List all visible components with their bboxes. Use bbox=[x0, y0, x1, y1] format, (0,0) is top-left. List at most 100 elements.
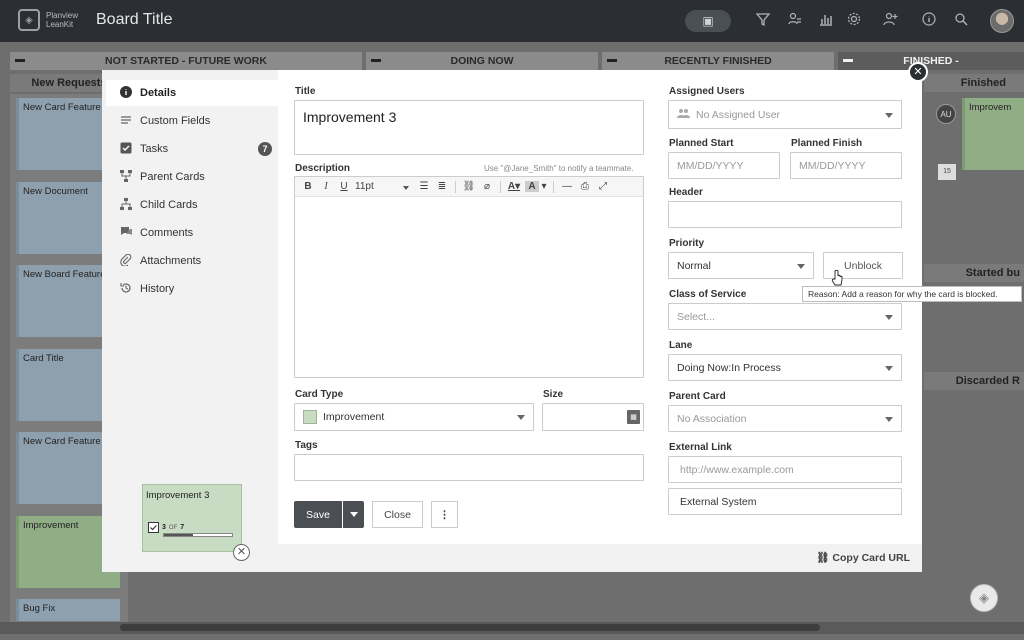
analytics-icon[interactable] bbox=[817, 12, 835, 30]
task-progress-fill bbox=[164, 534, 194, 536]
italic-icon[interactable]: I bbox=[319, 181, 333, 192]
highlight-color-icon[interactable]: A bbox=[525, 181, 539, 192]
chevron-down-icon bbox=[797, 263, 805, 269]
more-options-button[interactable]: ⋮ bbox=[431, 501, 458, 528]
fullscreen-icon[interactable]: ⤢ bbox=[596, 181, 610, 192]
class-of-service-label: Class of Service bbox=[669, 289, 747, 300]
board-card[interactable]: Improvem bbox=[962, 98, 1024, 170]
remove-preview-icon[interactable]: ✕ bbox=[233, 544, 250, 561]
parent-card-select[interactable]: No Association bbox=[668, 405, 902, 432]
external-link-label: External Link bbox=[669, 442, 732, 453]
external-system-input[interactable]: External System bbox=[668, 488, 902, 515]
nav-item-tasks[interactable]: Tasks 7 bbox=[106, 136, 278, 162]
collapse-icon[interactable]: ▬ bbox=[607, 55, 617, 65]
priority-select[interactable]: Normal bbox=[668, 252, 814, 279]
font-size-select[interactable]: 11pt bbox=[355, 181, 413, 192]
assigned-users-select[interactable]: No Assigned User bbox=[668, 100, 902, 129]
planned-start-input[interactable]: MM/DD/YYYY bbox=[668, 152, 780, 179]
save-button[interactable]: Save bbox=[294, 501, 342, 528]
title-input[interactable]: Improvement 3 bbox=[294, 100, 644, 155]
unlink-icon[interactable]: ⌀ bbox=[480, 181, 494, 192]
info-icon bbox=[118, 85, 134, 101]
lane-header-recently-finished[interactable]: ▬ RECENTLY FINISHED bbox=[602, 52, 834, 70]
text-color-icon[interactable]: A▾ bbox=[507, 181, 521, 192]
bulleted-list-icon[interactable]: ☰ bbox=[417, 181, 431, 192]
size-input[interactable]: ▦ bbox=[542, 403, 644, 431]
task-count: 3 bbox=[162, 524, 166, 531]
nav-item-comments[interactable]: Comments bbox=[106, 220, 278, 246]
planview-logo-icon: ◈ bbox=[18, 9, 40, 31]
underline-icon[interactable]: U bbox=[337, 181, 351, 192]
board-title[interactable]: Board Title bbox=[96, 11, 172, 29]
filter-icon[interactable] bbox=[754, 12, 772, 30]
add-card-button[interactable]: ▣ bbox=[685, 10, 731, 32]
bold-icon[interactable]: B bbox=[301, 181, 315, 192]
numbered-list-icon[interactable]: ≣ bbox=[435, 181, 449, 192]
scrollbar-thumb[interactable] bbox=[120, 624, 820, 631]
description-label: Description bbox=[295, 163, 351, 174]
collapse-icon[interactable]: ▬ bbox=[371, 55, 381, 65]
toolbar-divider bbox=[553, 180, 554, 193]
nav-item-attachments[interactable]: Attachments bbox=[106, 248, 278, 274]
header-label: Header bbox=[669, 187, 703, 198]
card-type-select[interactable]: Improvement bbox=[294, 403, 534, 431]
unblock-tooltip: Reason: Add a reason for why the card is… bbox=[802, 286, 1022, 302]
search-icon[interactable] bbox=[952, 12, 970, 30]
modal-close-icon[interactable]: ✕ bbox=[908, 62, 928, 82]
app-logo[interactable]: ◈ Planview LeanKit bbox=[18, 9, 78, 31]
user-avatar[interactable] bbox=[990, 9, 1014, 33]
comments-icon bbox=[118, 226, 134, 241]
lane-select[interactable]: Doing Now:In Process bbox=[668, 354, 902, 381]
size-calculator-icon[interactable]: ▦ bbox=[627, 410, 640, 424]
nav-item-parent-cards[interactable]: Parent Cards bbox=[106, 164, 278, 190]
child-cards-icon bbox=[118, 197, 134, 213]
nav-item-child-cards[interactable]: Child Cards bbox=[106, 192, 278, 218]
lane-started-but[interactable]: Started bu bbox=[924, 264, 1024, 282]
history-icon bbox=[118, 282, 134, 297]
lane-discarded[interactable]: Discarded R bbox=[924, 372, 1024, 390]
save-options-button[interactable] bbox=[343, 501, 364, 528]
card-type-label: Card Type bbox=[295, 389, 344, 400]
chevron-down-icon bbox=[403, 186, 409, 190]
close-button[interactable]: Close bbox=[372, 501, 423, 528]
lane-header-finished[interactable]: ▬ FINISHED - bbox=[838, 52, 1024, 70]
class-of-service-select[interactable]: Select... bbox=[668, 303, 902, 330]
horizontal-scrollbar[interactable] bbox=[0, 622, 1024, 634]
lane-label: Lane bbox=[669, 340, 693, 351]
my-cards-icon[interactable] bbox=[786, 12, 804, 30]
assigned-user-avatar: AU bbox=[936, 104, 956, 124]
lane-header-doing-now[interactable]: ▬ DOING NOW bbox=[366, 52, 598, 70]
nav-item-history[interactable]: History bbox=[106, 276, 278, 302]
toolbar-divider bbox=[455, 180, 456, 193]
info-icon[interactable] bbox=[920, 12, 938, 30]
nav-item-label: Comments bbox=[140, 227, 194, 239]
board-card[interactable]: Bug Fix bbox=[16, 599, 120, 621]
planview-help-icon[interactable]: ◈ bbox=[970, 584, 998, 612]
paperclip-icon bbox=[118, 253, 134, 269]
header-input[interactable] bbox=[668, 201, 902, 228]
description-editor[interactable]: B I U 11pt ☰ ≣ ⛓ ⌀ A▾ A ▾ — ⎙ ⤢ bbox=[294, 176, 644, 378]
horizontal-rule-icon[interactable]: — bbox=[560, 181, 574, 192]
lane-header-not-started[interactable]: ▬ NOT STARTED - FUTURE WORK bbox=[10, 52, 362, 70]
nav-item-details[interactable]: Details bbox=[106, 80, 278, 106]
planned-finish-input[interactable]: MM/DD/YYYY bbox=[790, 152, 902, 179]
collapse-icon[interactable]: ▬ bbox=[843, 55, 853, 65]
print-icon[interactable]: ⎙ bbox=[578, 181, 592, 192]
chevron-down-icon[interactable]: ▾ bbox=[541, 181, 547, 192]
tags-label: Tags bbox=[295, 440, 318, 451]
link-icon[interactable]: ⛓ bbox=[462, 181, 476, 192]
lane-finished-sub[interactable]: Finished bbox=[924, 74, 1024, 92]
copy-card-url-button[interactable]: ⛓ Copy Card URL bbox=[816, 551, 910, 564]
logo-line-1: Planview bbox=[46, 11, 79, 20]
planned-finish-label: Planned Finish bbox=[791, 138, 863, 149]
collapse-icon[interactable]: ▬ bbox=[15, 55, 25, 65]
nav-item-custom-fields[interactable]: Custom Fields bbox=[106, 108, 278, 134]
card-main-panel: Title Improvement 3 Description Use "@Ja… bbox=[278, 70, 661, 544]
card-preview[interactable]: Improvement 3 3 OF 7 bbox=[142, 484, 242, 552]
tags-input[interactable] bbox=[294, 454, 644, 481]
settings-gear-icon[interactable] bbox=[845, 12, 863, 30]
nav-item-label: Details bbox=[140, 87, 177, 99]
add-user-icon[interactable] bbox=[882, 12, 900, 30]
external-link-input[interactable]: http://www.example.com bbox=[668, 456, 902, 483]
description-hint: Use "@Jane_Smith" to notify a teammate. bbox=[484, 164, 634, 173]
